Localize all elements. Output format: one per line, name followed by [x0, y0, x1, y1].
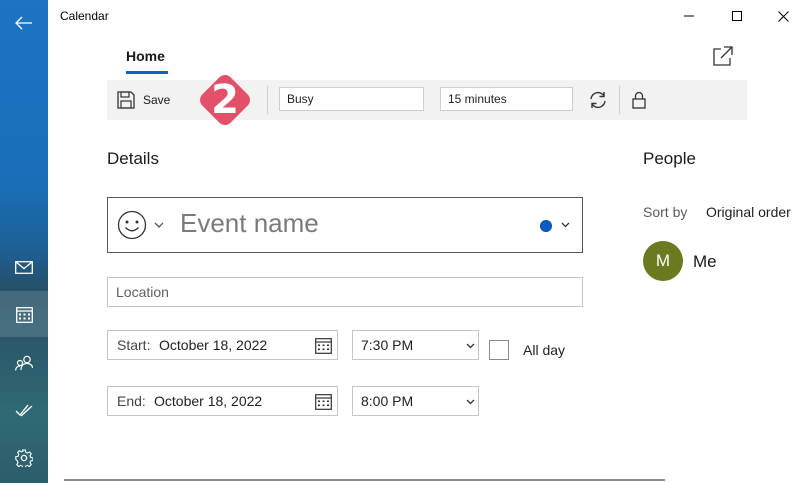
tab-home[interactable]: Home	[126, 48, 165, 64]
tab-home-indicator	[126, 71, 168, 74]
attendee-name[interactable]: Me	[693, 252, 717, 272]
save-label: Save	[143, 93, 171, 107]
toolbar-divider	[619, 86, 620, 114]
open-new-window-button[interactable]	[712, 45, 734, 67]
chevron-down-icon[interactable]	[154, 222, 164, 229]
settings-nav-button[interactable]	[0, 435, 48, 481]
description-divider	[64, 479, 665, 481]
start-time-value: 7:30 PM	[361, 337, 414, 353]
calendar-nav-button[interactable]	[0, 291, 48, 337]
end-time-dropdown[interactable]: 8:00 PM	[352, 386, 479, 416]
todo-nav-button[interactable]	[0, 387, 48, 433]
calendar-icon	[315, 394, 332, 410]
mail-icon	[15, 260, 33, 274]
show-as-dropdown[interactable]: Busy	[279, 87, 424, 111]
settings-gear-icon	[15, 449, 33, 467]
chevron-down-icon	[466, 399, 475, 405]
back-arrow-icon	[15, 16, 32, 30]
step-number: 2	[211, 77, 239, 123]
reminder-dropdown[interactable]: 15 minutes	[440, 87, 573, 111]
popout-icon	[713, 46, 733, 66]
toolbar-divider	[267, 86, 268, 114]
close-button[interactable]	[760, 0, 806, 32]
end-date-value: October 18, 2022	[154, 393, 263, 409]
location-placeholder: Location	[116, 284, 169, 300]
calendar-icon	[315, 338, 332, 354]
todo-icon	[15, 404, 33, 417]
avatar: M	[643, 241, 683, 281]
emoji-icon[interactable]	[117, 210, 147, 240]
start-label: Start:	[117, 337, 151, 353]
end-label: End:	[117, 393, 146, 409]
calendar-icon	[15, 306, 33, 323]
event-name-placeholder: Event name	[180, 208, 319, 238]
repeat-button[interactable]	[586, 88, 610, 112]
back-button[interactable]	[0, 0, 48, 46]
details-heading: Details	[107, 149, 159, 168]
end-date-picker[interactable]: End: October 18, 2022	[107, 386, 338, 416]
lock-icon	[632, 91, 646, 109]
people-icon	[15, 355, 33, 371]
repeat-icon	[590, 91, 606, 109]
window-title: Calendar	[60, 9, 109, 23]
close-icon	[777, 10, 789, 22]
event-name-field[interactable]: Event name	[107, 197, 583, 253]
people-heading: People	[643, 149, 696, 168]
private-button[interactable]	[627, 88, 651, 112]
save-button[interactable]: Save	[117, 88, 170, 112]
all-day-checkbox[interactable]	[489, 340, 509, 360]
maximize-button[interactable]	[714, 0, 760, 32]
chevron-down-icon[interactable]	[561, 222, 570, 228]
start-time-dropdown[interactable]: 7:30 PM	[352, 330, 479, 360]
mail-nav-button[interactable]	[0, 244, 48, 290]
location-field[interactable]: Location	[107, 277, 583, 307]
calendar-color-dot[interactable]	[540, 220, 552, 232]
minimize-button[interactable]	[666, 0, 712, 32]
navigation-rail	[0, 0, 48, 483]
start-date-value: October 18, 2022	[159, 337, 268, 353]
sort-by-label: Sort by	[643, 204, 688, 220]
save-icon	[117, 91, 135, 109]
start-date-picker[interactable]: Start: October 18, 2022	[107, 330, 338, 360]
maximize-icon	[732, 11, 742, 21]
end-time-value: 8:00 PM	[361, 393, 414, 409]
minimize-icon	[684, 15, 694, 17]
sort-order-dropdown[interactable]: Original order	[706, 204, 791, 220]
all-day-label: All day	[523, 342, 566, 358]
people-nav-button[interactable]	[0, 340, 48, 386]
chevron-down-icon	[466, 343, 475, 349]
